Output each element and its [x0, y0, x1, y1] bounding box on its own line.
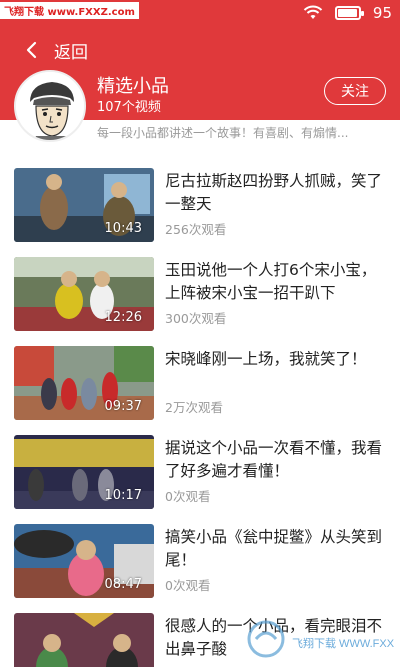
channel-avatar [14, 70, 86, 142]
video-views: 256次观看 [165, 222, 227, 237]
back-arrow-icon[interactable] [12, 32, 52, 68]
status-icons: 95 [303, 4, 392, 22]
video-thumbnail[interactable]: 12:26 [14, 257, 154, 331]
site-watermark: 飞翔下载 WWW.FXXZ.COM [244, 617, 400, 663]
video-item[interactable]: 09:37 宋晓峰刚一上场，我就笑了！ 2万次观看 [0, 338, 400, 427]
video-item[interactable]: 08:47 搞笑小品《瓮中捉鳖》从头笑到尾！ 0次观看 [0, 516, 400, 605]
video-duration: 08:47 [104, 577, 142, 592]
video-thumbnail[interactable]: 09:37 [14, 346, 154, 420]
channel-title: 精选小品 [97, 76, 169, 97]
status-bar: 15:36 飞翔下载 www.FXXZ.com 95 [0, 0, 400, 26]
video-title[interactable]: 尼古拉斯赵四扮野人抓贼，笑了一整天 [165, 170, 385, 216]
battery-icon [334, 6, 364, 20]
video-item[interactable]: 12:26 玉田说他一个人打6个宋小宝，上阵被宋小宝一招干趴下 300次观看 [0, 249, 400, 338]
wifi-icon [303, 5, 323, 21]
video-views: 0次观看 [165, 578, 211, 593]
video-item[interactable]: 10:43 尼古拉斯赵四扮野人抓贼，笑了一整天 256次观看 [0, 160, 400, 249]
video-thumbnail[interactable]: 08:47 [14, 524, 154, 598]
video-thumbnail[interactable]: 10:43 [14, 168, 154, 242]
video-title[interactable]: 玉田说他一个人打6个宋小宝，上阵被宋小宝一招干趴下 [165, 259, 385, 305]
video-duration: 12:26 [104, 310, 142, 325]
follow-button[interactable]: 关注 [324, 77, 386, 105]
video-views: 0次观看 [165, 489, 211, 504]
video-thumbnail[interactable] [14, 613, 154, 667]
battery-percent: 95 [372, 4, 392, 22]
watermark-text: 飞翔下载 WWW.FXXZ.COM [292, 636, 394, 650]
video-title[interactable]: 宋晓峰刚一上场，我就笑了！ [165, 348, 385, 371]
video-title[interactable]: 搞笑小品《瓮中捉鳖》从头笑到尾！ [165, 526, 385, 572]
nav-bar: 返回 [0, 30, 88, 70]
video-views: 300次观看 [165, 311, 227, 326]
video-views: 2万次观看 [165, 400, 223, 415]
video-item[interactable]: 10:17 据说这个小品一次看不懂，我看了好多遍才看懂！ 0次观看 [0, 427, 400, 516]
video-duration: 09:37 [104, 399, 142, 414]
watermark-badge: 飞翔下载 www.FXXZ.com [0, 2, 139, 19]
video-list: 10:43 尼古拉斯赵四扮野人抓贼，笑了一整天 256次观看 12:26 玉田说… [0, 160, 400, 667]
video-duration: 10:43 [104, 221, 142, 236]
back-button[interactable]: 返回 [54, 38, 88, 63]
channel-description: 每一段小品都讲述一个故事！有喜剧、有煽情... [97, 126, 349, 140]
video-duration: 10:17 [104, 488, 142, 503]
video-count: 107个视频 [97, 100, 161, 115]
battery-level [337, 9, 357, 17]
video-title[interactable]: 据说这个小品一次看不懂，我看了好多遍才看懂！ [165, 437, 385, 483]
video-thumbnail[interactable]: 10:17 [14, 435, 154, 509]
